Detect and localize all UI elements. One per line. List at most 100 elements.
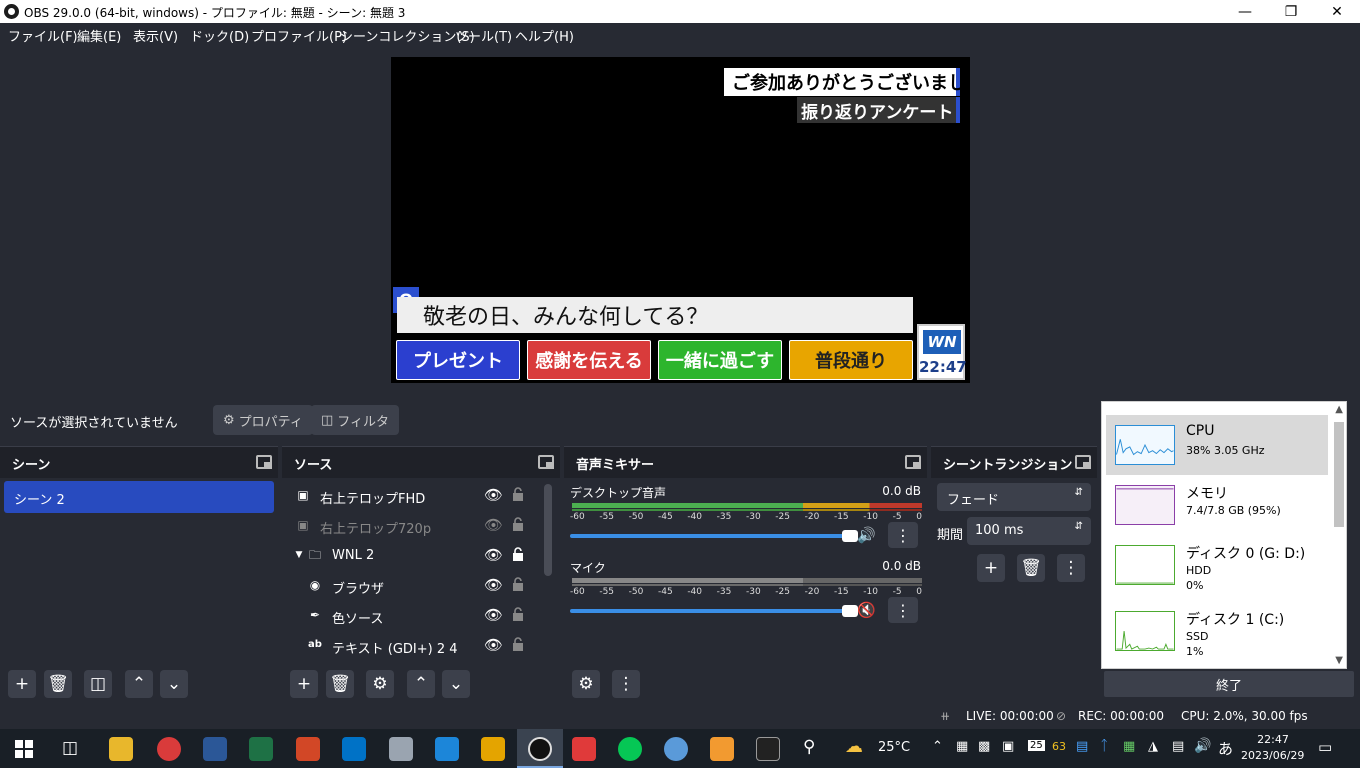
- menu-dock[interactable]: ドック(D): [190, 26, 249, 45]
- source-row[interactable]: ab テキスト (GDI+) 2 4 👁: [282, 631, 542, 661]
- lock-icon[interactable]: [512, 547, 524, 561]
- source-row[interactable]: ▣ 右上テロップFHD 👁: [282, 481, 542, 511]
- network-icon[interactable]: ▤: [1172, 739, 1184, 754]
- tray-storage-icon[interactable]: ▤: [1076, 739, 1088, 754]
- lock-icon[interactable]: [512, 637, 524, 651]
- search-icon[interactable]: ⚲: [803, 737, 815, 757]
- obs-taskbar-item[interactable]: [517, 729, 563, 768]
- duration-spinbox[interactable]: 100 ms ⇵: [967, 517, 1091, 545]
- perf-item-disk1[interactable]: ディスク 1 (C:) SSD 1%: [1106, 601, 1328, 661]
- perf-item-disk0[interactable]: ディスク 0 (G: D:) HDD 0%: [1106, 535, 1328, 595]
- vpn-icon[interactable]: [481, 737, 505, 761]
- source-row[interactable]: ✒ 色ソース 👁: [282, 601, 542, 631]
- chrome-icon[interactable]: [157, 737, 181, 761]
- scene-item[interactable]: シーン 2: [4, 481, 274, 513]
- exit-button[interactable]: 終了: [1104, 671, 1354, 697]
- app-icon[interactable]: [389, 737, 413, 761]
- menu-help[interactable]: ヘルプ(H): [515, 26, 574, 45]
- source-row[interactable]: ▼ 🗀 WNL 2 👁: [282, 541, 542, 571]
- mixer-menu-button[interactable]: ⋮: [612, 670, 640, 698]
- desktop-audio-menu-button[interactable]: ⋮: [888, 522, 918, 548]
- menu-tools[interactable]: ツール(T): [455, 26, 512, 45]
- muted-speaker-icon[interactable]: 🔇: [857, 601, 876, 619]
- popup-scrollbar[interactable]: [1334, 422, 1344, 527]
- move-source-down-button[interactable]: ⌄: [442, 670, 470, 698]
- lock-icon[interactable]: [512, 487, 524, 501]
- eye-icon[interactable]: 👁: [484, 606, 503, 624]
- tray-app-icon[interactable]: ▩: [978, 739, 990, 754]
- speaker-icon[interactable]: 🔊: [857, 526, 876, 544]
- move-scene-down-button[interactable]: ⌄: [160, 670, 188, 698]
- minimize-button[interactable]: —: [1222, 0, 1268, 23]
- mic-volume-slider[interactable]: [570, 605, 858, 617]
- maximize-button[interactable]: ❐: [1268, 0, 1314, 23]
- powerpoint-icon[interactable]: [296, 737, 320, 761]
- tray-chevron-icon[interactable]: ⌃: [932, 739, 943, 754]
- scene-filters-button[interactable]: ◫: [84, 670, 112, 698]
- lock-icon[interactable]: [512, 607, 524, 621]
- perf-item-cpu[interactable]: CPU 38% 3.05 GHz: [1106, 415, 1328, 475]
- excel-icon[interactable]: [249, 737, 273, 761]
- eye-hidden-icon[interactable]: 👁: [484, 516, 503, 534]
- properties-button[interactable]: ⚙ プロパティ: [213, 405, 313, 435]
- volume-icon[interactable]: 🔊: [1194, 738, 1211, 754]
- menu-file[interactable]: ファイル(F): [8, 26, 78, 45]
- eye-icon[interactable]: 👁: [484, 636, 503, 654]
- eye-icon[interactable]: 👁: [484, 576, 503, 594]
- add-source-button[interactable]: +: [290, 670, 318, 698]
- desktop-volume-slider[interactable]: [570, 530, 858, 542]
- add-scene-button[interactable]: +: [8, 670, 36, 698]
- bluetooth-icon[interactable]: ᛏ: [1100, 738, 1108, 754]
- move-source-up-button[interactable]: ⌃: [407, 670, 435, 698]
- chevron-updown-icon[interactable]: ⇵: [1075, 521, 1083, 532]
- word-icon[interactable]: [203, 737, 227, 761]
- notification-icon[interactable]: ▭: [1318, 738, 1332, 756]
- explorer-icon[interactable]: [109, 737, 133, 761]
- line-icon[interactable]: [618, 737, 642, 761]
- scroll-up-icon[interactable]: ▲: [1335, 404, 1343, 415]
- weather-temp[interactable]: 25°C: [878, 740, 910, 755]
- transition-select[interactable]: フェード ⇵: [937, 483, 1091, 511]
- remove-transition-button[interactable]: 🗑: [1017, 554, 1045, 582]
- eye-icon[interactable]: 👁: [484, 486, 503, 504]
- windows-start-icon[interactable]: [15, 740, 33, 758]
- eye-icon[interactable]: 👁: [484, 546, 503, 564]
- mic-menu-button[interactable]: ⋮: [888, 597, 918, 623]
- menu-profile[interactable]: プロファイル(P): [251, 26, 347, 45]
- usb-icon[interactable]: ◮: [1148, 739, 1158, 754]
- paint-icon[interactable]: [664, 737, 688, 761]
- anydesk-icon[interactable]: [572, 737, 596, 761]
- tray-badge-icon[interactable]: ▣: [1002, 739, 1014, 754]
- undock-icon[interactable]: [905, 455, 921, 469]
- scroll-down-icon[interactable]: ▼: [1335, 655, 1343, 666]
- mixer-settings-button[interactable]: ⚙: [572, 670, 600, 698]
- close-button[interactable]: ✕: [1314, 0, 1360, 23]
- ime-indicator[interactable]: あ: [1218, 738, 1233, 759]
- store-icon[interactable]: [435, 737, 459, 761]
- task-view-icon[interactable]: ◫: [62, 738, 78, 758]
- sources-scrollbar[interactable]: [544, 484, 552, 576]
- source-row[interactable]: ◉ ブラウザ 👁: [282, 571, 542, 601]
- menu-view[interactable]: 表示(V): [133, 26, 178, 45]
- terminal-icon[interactable]: [756, 737, 780, 761]
- clock-time[interactable]: 22:47: [1253, 733, 1293, 746]
- slider-handle[interactable]: [842, 530, 858, 542]
- perf-item-memory[interactable]: メモリ 7.4/7.8 GB (95%): [1106, 475, 1328, 535]
- undock-icon[interactable]: [538, 455, 554, 469]
- undock-icon[interactable]: [256, 455, 272, 469]
- menu-edit[interactable]: 編集(E): [77, 26, 121, 45]
- remove-scene-button[interactable]: 🗑: [44, 670, 72, 698]
- move-scene-up-button[interactable]: ⌃: [125, 670, 153, 698]
- add-transition-button[interactable]: +: [977, 554, 1005, 582]
- undock-icon[interactable]: [1075, 455, 1091, 469]
- tray-grid-icon[interactable]: ▦: [1123, 739, 1135, 754]
- filters-button[interactable]: ◫ フィルタ: [311, 405, 400, 435]
- tray-calendar-icon[interactable]: 25: [1028, 740, 1045, 751]
- lock-icon[interactable]: [512, 577, 524, 591]
- preview-canvas[interactable]: ご参加ありがとうございました 振り返りアンケート Q 敬老の日、みんな何してる？…: [391, 57, 970, 383]
- remove-source-button[interactable]: 🗑: [326, 670, 354, 698]
- source-row[interactable]: ▣ 右上テロップ720p 👁: [282, 511, 542, 541]
- source-properties-button[interactable]: ⚙: [366, 670, 394, 698]
- transition-menu-button[interactable]: ⋮: [1057, 554, 1085, 582]
- tray-counter[interactable]: 63: [1052, 740, 1066, 753]
